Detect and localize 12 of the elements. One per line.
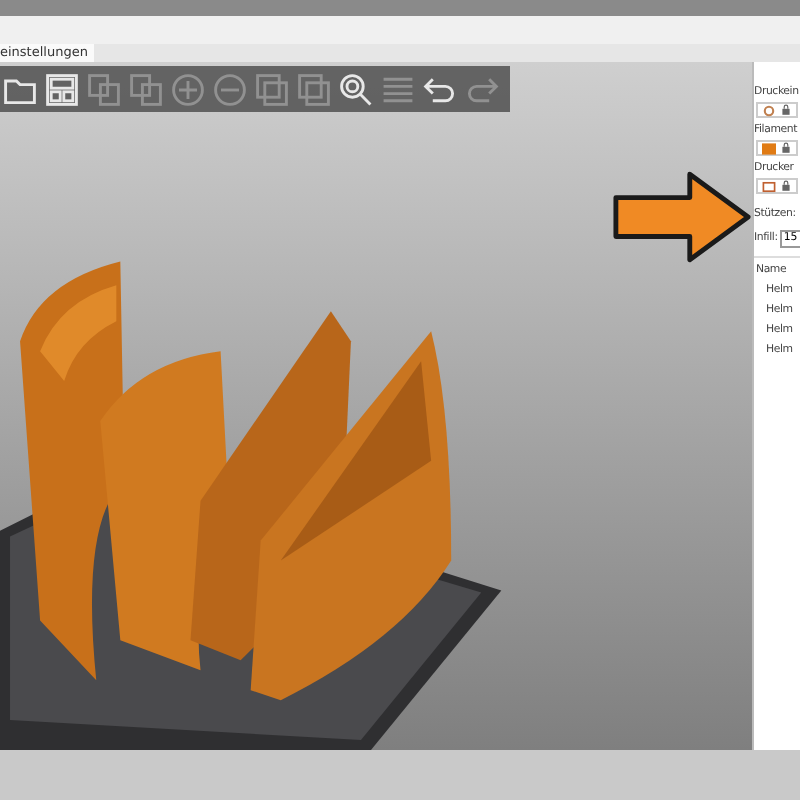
preset-dropdown[interactable]	[756, 178, 798, 194]
lock-icon	[780, 180, 792, 192]
rectangle-icon	[762, 179, 776, 193]
color-swatch-icon	[762, 141, 776, 155]
search-icon[interactable]	[338, 71, 374, 107]
lock-icon	[780, 104, 792, 116]
preset-dropdown[interactable]	[756, 140, 798, 156]
lock-icon	[780, 142, 792, 154]
circle-icon	[762, 103, 776, 117]
layout-icon[interactable]	[44, 71, 80, 107]
arrow-icon	[612, 170, 752, 264]
preset-dropdown[interactable]	[756, 102, 798, 118]
